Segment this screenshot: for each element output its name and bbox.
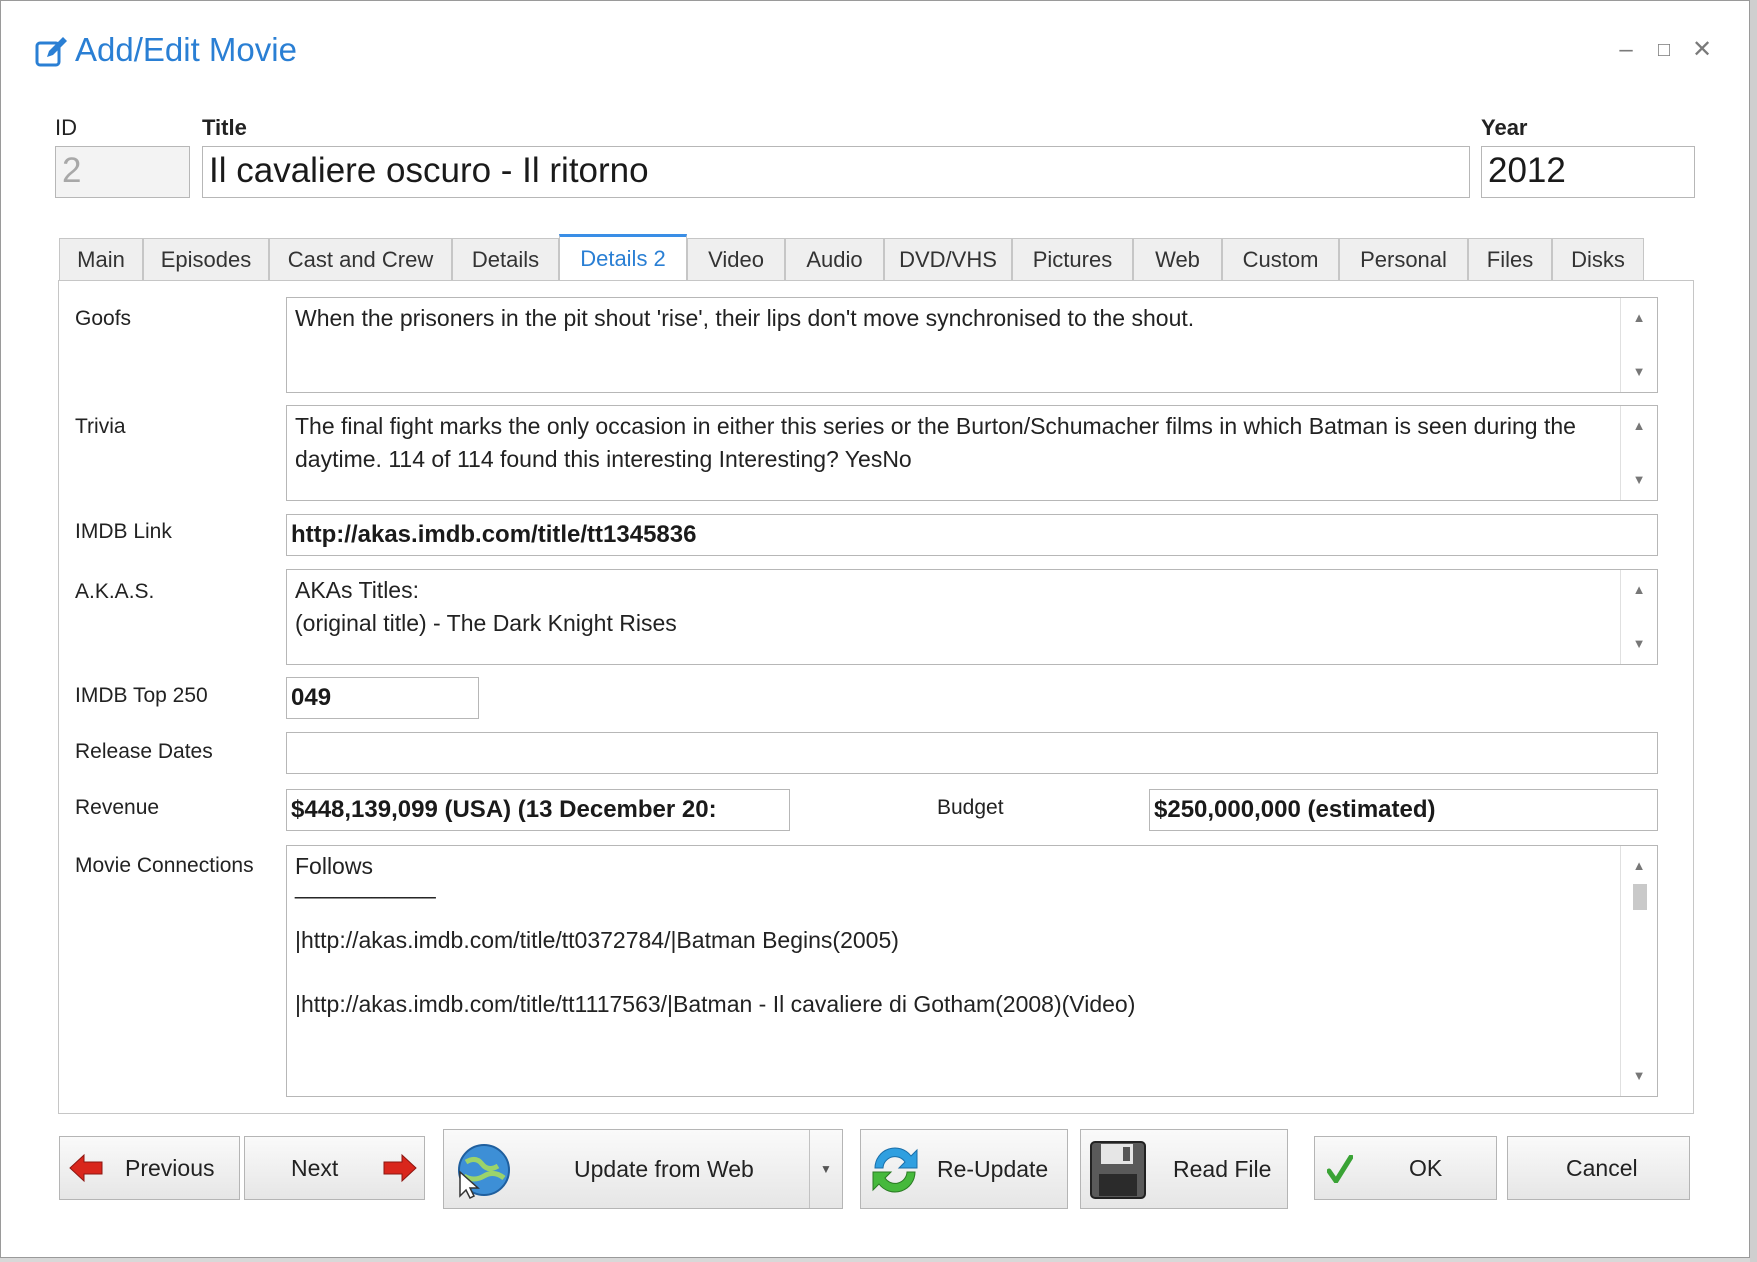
scroll-down-arrow-icon[interactable]: ▼ (1621, 466, 1657, 494)
imdb-link-field[interactable]: http://akas.imdb.com/title/tt1345836 (286, 514, 1658, 556)
scroll-up-arrow-icon[interactable]: ▲ (1621, 852, 1657, 880)
tab-video[interactable]: Video (687, 238, 785, 280)
year-field[interactable]: 2012 (1481, 146, 1695, 198)
scroll-up-arrow-icon[interactable]: ▲ (1621, 304, 1657, 332)
cancel-label: Cancel (1566, 1155, 1638, 1181)
goofs-text: When the prisoners in the pit shout 'ris… (295, 305, 1195, 331)
cancel-button[interactable]: Cancel (1507, 1136, 1690, 1200)
scroll-thumb[interactable] (1633, 884, 1647, 910)
id-field: 2 (55, 146, 190, 198)
movie-connections-label: Movie Connections (75, 854, 254, 877)
trivia-label: Trivia (75, 415, 126, 438)
tab-dvd-vhs[interactable]: DVD/VHS (884, 238, 1012, 280)
budget-field[interactable]: $250,000,000 (estimated) (1149, 789, 1658, 831)
tab-episodes[interactable]: Episodes (143, 238, 269, 280)
trivia-scrollbar[interactable]: ▲ ▼ (1620, 406, 1657, 500)
read-file-label: Read File (1173, 1156, 1272, 1182)
update-from-web-button[interactable]: Update from Web ▼ (443, 1129, 843, 1209)
connections-line: |http://akas.imdb.com/title/tt0372784/|B… (295, 927, 899, 953)
read-file-button[interactable]: Read File (1080, 1129, 1288, 1209)
year-label: Year (1481, 115, 1528, 140)
re-update-button[interactable]: Re-Update (860, 1129, 1068, 1209)
tab-personal[interactable]: Personal (1339, 238, 1468, 280)
trivia-text: The final fight marks the only occasion … (295, 413, 1576, 472)
previous-label: Previous (125, 1155, 215, 1181)
close-button[interactable]: ✕ (1689, 37, 1715, 63)
previous-button[interactable]: Previous (59, 1136, 240, 1200)
tab-cast-and-crew[interactable]: Cast and Crew (269, 238, 452, 280)
tab-web[interactable]: Web (1133, 238, 1222, 280)
ok-button[interactable]: OK (1314, 1136, 1497, 1200)
minimize-button[interactable]: – (1613, 37, 1639, 63)
scroll-down-arrow-icon[interactable]: ▼ (1621, 1062, 1657, 1090)
scroll-down-arrow-icon[interactable]: ▼ (1621, 358, 1657, 386)
connections-scrollbar[interactable]: ▲ ▼ (1620, 846, 1657, 1096)
trivia-memo[interactable]: The final fight marks the only occasion … (286, 405, 1658, 501)
goofs-scrollbar[interactable]: ▲ ▼ (1620, 298, 1657, 392)
budget-label: Budget (937, 796, 1004, 819)
update-from-web-label: Update from Web (574, 1156, 754, 1182)
re-update-label: Re-Update (937, 1156, 1049, 1182)
refresh-icon (872, 1147, 918, 1193)
tab-audio[interactable]: Audio (785, 238, 884, 280)
next-button[interactable]: Next (244, 1136, 425, 1200)
title-label: Title (202, 115, 247, 140)
arrow-left-icon (69, 1153, 103, 1183)
ok-label: OK (1409, 1155, 1443, 1181)
imdb-top-250-label: IMDB Top 250 (75, 684, 208, 707)
dropdown-chevron-icon[interactable]: ▼ (809, 1130, 842, 1208)
akas-line: AKAs Titles: (295, 577, 419, 603)
add-edit-movie-window: Add/Edit Movie – □ ✕ ID 2 Title Il caval… (0, 0, 1750, 1258)
id-label: ID (55, 115, 77, 140)
window-title: Add/Edit Movie (75, 31, 297, 68)
window-edge (1750, 0, 1757, 1262)
akas-scrollbar[interactable]: ▲ ▼ (1620, 570, 1657, 664)
akas-memo[interactable]: AKAs Titles: (original title) - The Dark… (286, 569, 1658, 665)
connections-line: ___________ (295, 873, 436, 899)
revenue-label: Revenue (75, 796, 160, 819)
title-field[interactable]: Il cavaliere oscuro - Il ritorno (202, 146, 1470, 198)
scroll-up-arrow-icon[interactable]: ▲ (1621, 412, 1657, 440)
checkmark-icon (1327, 1155, 1353, 1183)
globe-cursor-icon (458, 1144, 510, 1200)
tab-pictures[interactable]: Pictures (1012, 238, 1133, 280)
release-dates-field[interactable] (286, 732, 1658, 774)
tab-custom[interactable]: Custom (1222, 238, 1339, 280)
imdb-link-label: IMDB Link (75, 520, 172, 543)
maximize-button[interactable]: □ (1651, 37, 1677, 63)
scroll-up-arrow-icon[interactable]: ▲ (1621, 576, 1657, 604)
next-label: Next (291, 1155, 339, 1181)
details-2-panel: Goofs When the prisoners in the pit shou… (58, 280, 1694, 1114)
tab-details-2[interactable]: Details 2 (559, 234, 687, 281)
tab-disks[interactable]: Disks (1552, 238, 1644, 280)
edit-icon (35, 37, 67, 67)
tab-files[interactable]: Files (1468, 238, 1552, 280)
scroll-down-arrow-icon[interactable]: ▼ (1621, 630, 1657, 658)
movie-connections-memo[interactable]: Follows ___________ |http://akas.imdb.co… (286, 845, 1658, 1097)
arrow-right-icon (383, 1153, 417, 1183)
goofs-memo[interactable]: When the prisoners in the pit shout 'ris… (286, 297, 1658, 393)
imdb-top-250-field[interactable]: 049 (286, 677, 479, 719)
goofs-label: Goofs (75, 307, 132, 330)
revenue-field[interactable]: $448,139,099 (USA) (13 December 20: (286, 789, 790, 831)
title-bar: Add/Edit Movie – □ ✕ (1, 1, 1749, 101)
tab-main[interactable]: Main (59, 238, 143, 280)
floppy-disk-icon (1090, 1141, 1146, 1199)
tab-details[interactable]: Details (452, 238, 559, 280)
release-dates-label: Release Dates (75, 740, 213, 763)
akas-label: A.K.A.S. (75, 580, 155, 603)
connections-line: |http://akas.imdb.com/title/tt1117563/|B… (295, 991, 1136, 1017)
akas-line: (original title) - The Dark Knight Rises (295, 610, 677, 636)
